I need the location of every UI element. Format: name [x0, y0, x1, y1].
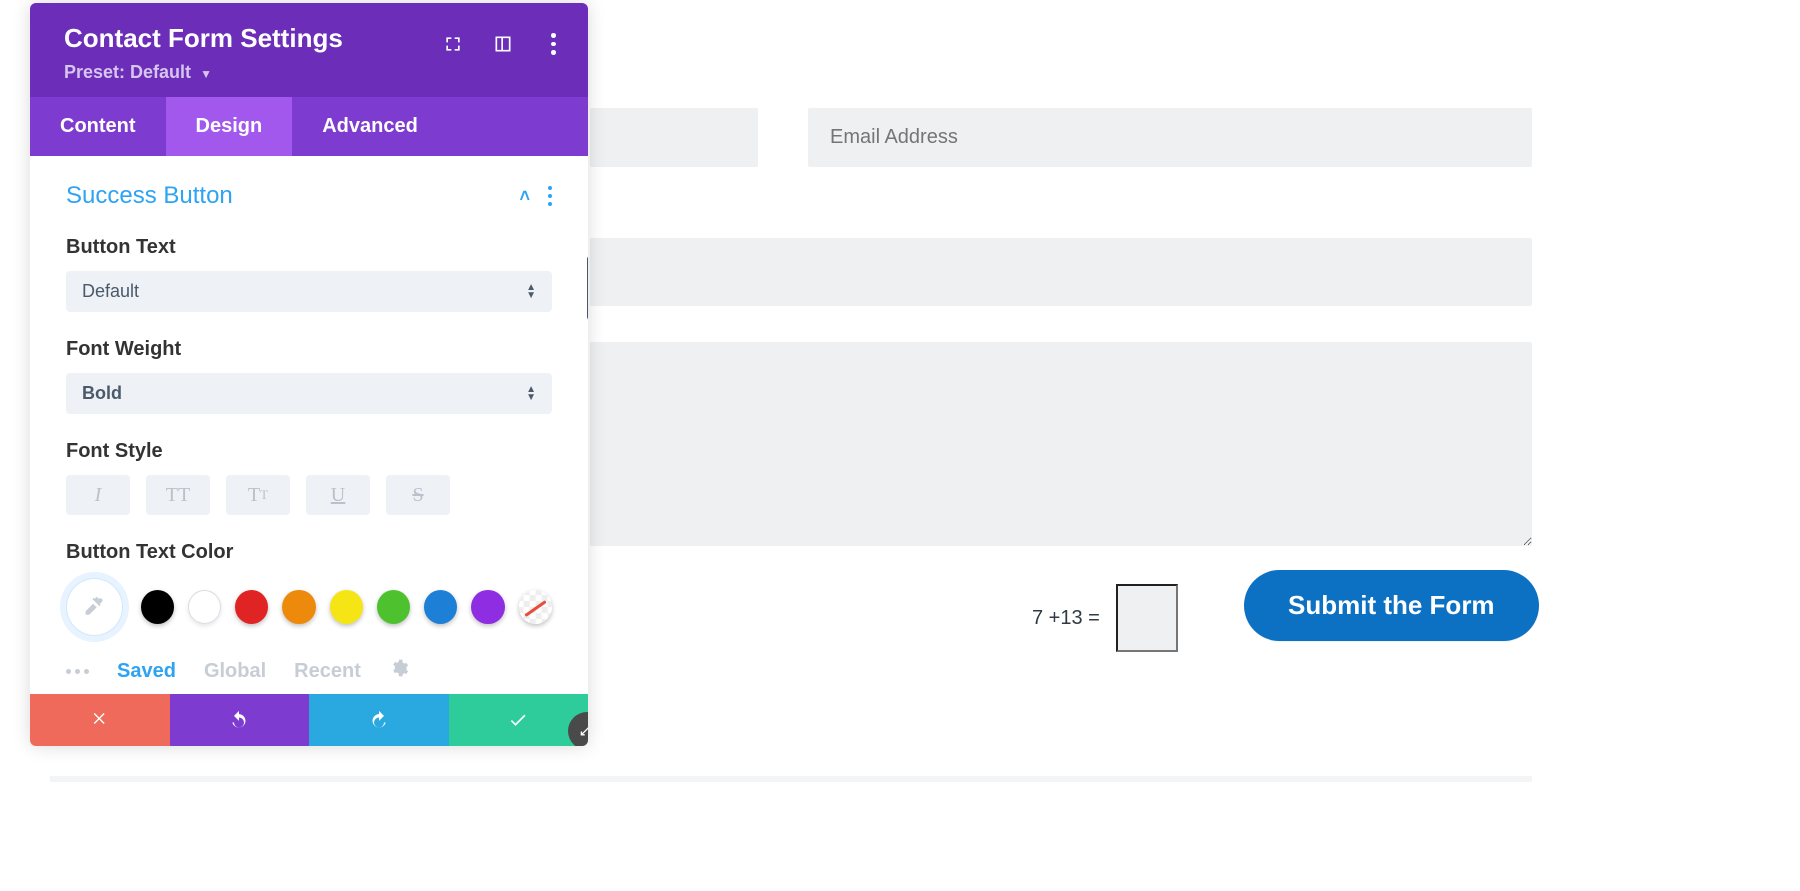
- subject-input[interactable]: [590, 238, 1532, 306]
- sort-arrows-icon: ▲▼: [526, 386, 536, 402]
- swatch-5[interactable]: [377, 590, 410, 624]
- palette-tab-recent[interactable]: Recent: [294, 660, 361, 683]
- style-strike[interactable]: S: [386, 475, 450, 515]
- panel-tabs: Content Design Advanced: [30, 97, 588, 156]
- field-button-text-color: Button Text Color Saved Global Recen: [66, 541, 552, 684]
- submit-button[interactable]: Submit the Form: [1244, 570, 1539, 641]
- style-underline[interactable]: U: [306, 475, 370, 515]
- field-font-style: Font Style I TT TT U S: [66, 440, 552, 515]
- palette-drag-icon[interactable]: [66, 669, 89, 674]
- color-picker[interactable]: [66, 578, 123, 636]
- swatch-2[interactable]: [235, 590, 268, 624]
- label-font-weight: Font Weight: [66, 338, 552, 361]
- undo-button[interactable]: [170, 694, 310, 746]
- collapse-icon[interactable]: ˄: [519, 186, 530, 207]
- select-font-weight[interactable]: Bold ▲▼: [66, 373, 552, 414]
- tab-content[interactable]: Content: [30, 97, 166, 156]
- field-font-weight: Font Weight Bold ▲▼: [66, 338, 552, 414]
- swatch-4[interactable]: [330, 590, 363, 624]
- label-button-text: Button Text: [66, 236, 552, 259]
- scrollbar[interactable]: [587, 256, 588, 320]
- name-input[interactable]: [590, 108, 758, 167]
- captcha-row: 7 +13 =: [1032, 584, 1178, 652]
- captcha-text: 7 +13 =: [1032, 607, 1100, 630]
- label-font-style: Font Style: [66, 440, 552, 463]
- swatch-3[interactable]: [282, 590, 315, 624]
- select-button-text[interactable]: Default ▲▼: [66, 271, 552, 312]
- section-menu-icon[interactable]: [548, 186, 552, 206]
- palette-tabs: Saved Global Recent: [66, 658, 552, 684]
- save-button[interactable]: [449, 694, 589, 746]
- cancel-button[interactable]: [30, 694, 170, 746]
- panel-body: Success Button ˄ Button Text Default ▲▼ …: [30, 156, 588, 684]
- snap-left-icon[interactable]: [492, 33, 514, 55]
- label-button-text-color: Button Text Color: [66, 541, 552, 564]
- color-swatches: [66, 578, 552, 636]
- message-textarea[interactable]: [590, 342, 1532, 546]
- email-input[interactable]: [808, 108, 1532, 167]
- field-button-text: Button Text Default ▲▼: [66, 236, 552, 312]
- swatch-transparent[interactable]: [519, 590, 552, 624]
- palette-gear-icon[interactable]: [389, 658, 409, 684]
- swatch-0[interactable]: [141, 590, 174, 624]
- expand-icon[interactable]: [442, 33, 464, 55]
- settings-panel: Contact Form Settings Preset: Default ▼ …: [30, 3, 588, 746]
- preset-selector[interactable]: Preset: Default ▼: [64, 62, 554, 83]
- swatch-6[interactable]: [424, 590, 457, 624]
- style-italic[interactable]: I: [66, 475, 130, 515]
- tab-advanced[interactable]: Advanced: [292, 97, 448, 156]
- tab-design[interactable]: Design: [166, 97, 293, 156]
- panel-footer: [30, 694, 588, 746]
- caret-down-icon: ▼: [200, 67, 212, 81]
- sort-arrows-icon: ▲▼: [526, 284, 536, 300]
- section-title: Success Button: [66, 182, 233, 210]
- palette-tab-global[interactable]: Global: [204, 660, 266, 683]
- swatch-7[interactable]: [471, 590, 504, 624]
- redo-button[interactable]: [309, 694, 449, 746]
- kebab-menu-icon[interactable]: [542, 33, 564, 55]
- style-uppercase[interactable]: TT: [146, 475, 210, 515]
- panel-header[interactable]: Contact Form Settings Preset: Default ▼: [30, 3, 588, 97]
- swatch-1[interactable]: [188, 590, 221, 624]
- palette-tab-saved[interactable]: Saved: [117, 660, 176, 683]
- captcha-input[interactable]: [1116, 584, 1178, 652]
- divider: [50, 776, 1532, 782]
- style-smallcaps[interactable]: TT: [226, 475, 290, 515]
